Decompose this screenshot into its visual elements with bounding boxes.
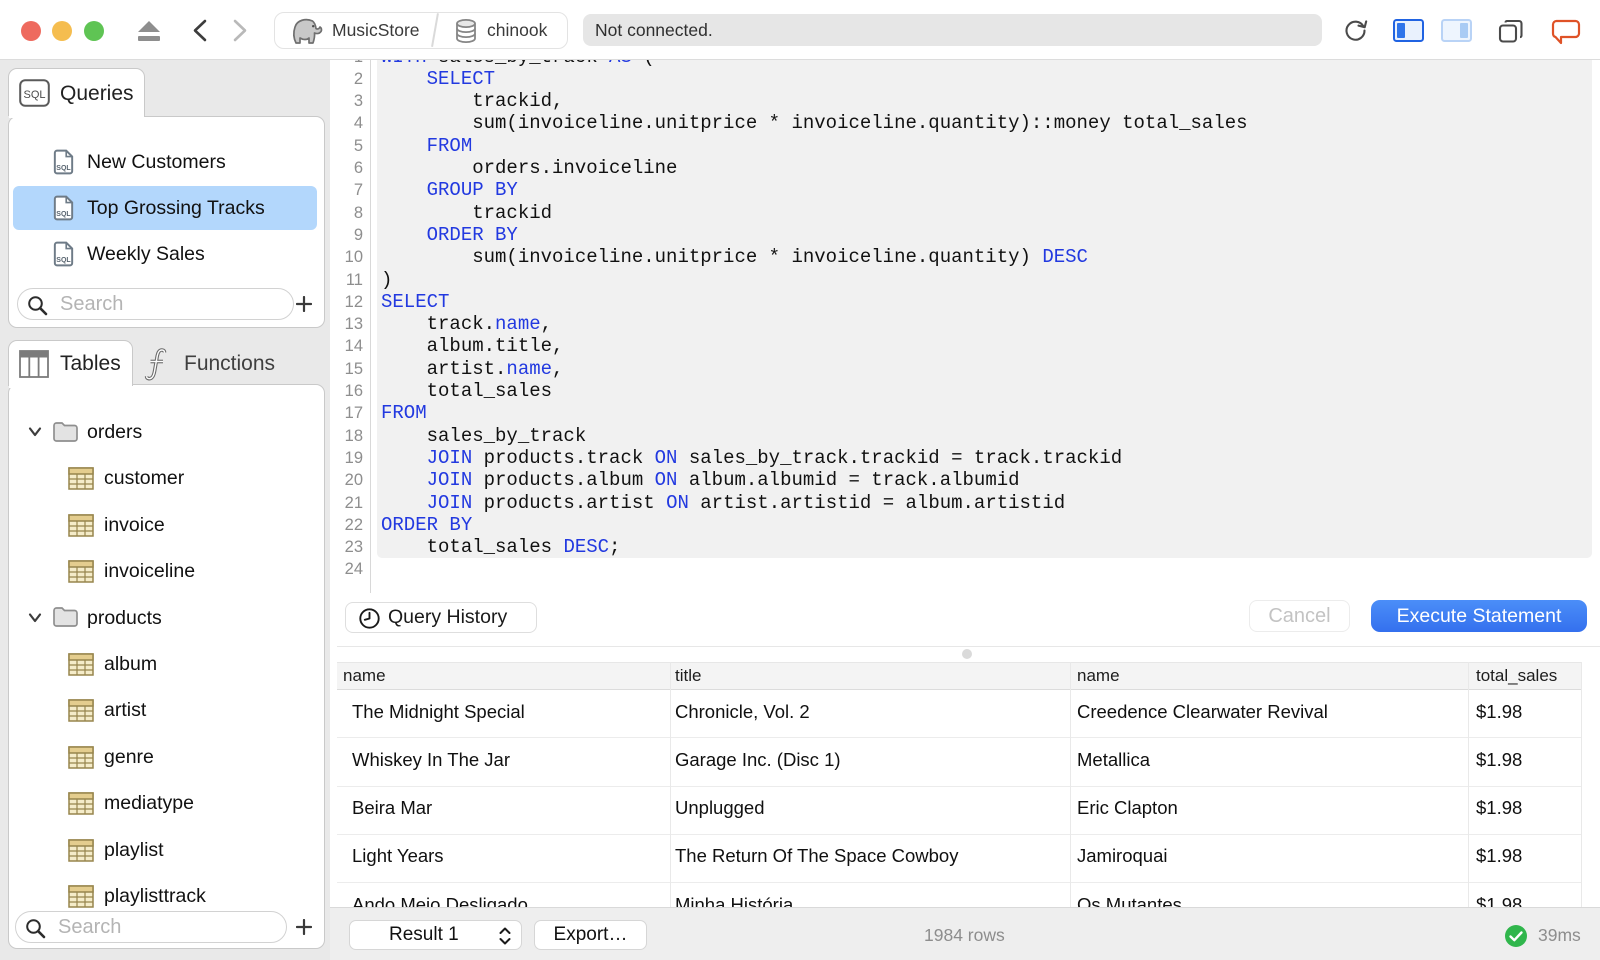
svg-text:SQL: SQL: [23, 89, 45, 101]
